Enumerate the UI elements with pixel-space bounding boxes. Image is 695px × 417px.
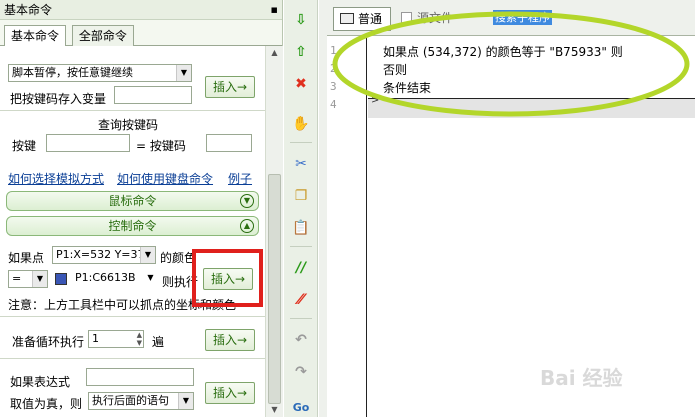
toolbar-divider	[290, 246, 312, 247]
redo-icon[interactable]: ↷	[284, 362, 318, 382]
loop-count-value: 1	[92, 332, 99, 345]
color-select[interactable]: P1:C6613B ▼	[72, 270, 158, 288]
tab-basic-commands[interactable]: 基本命令	[4, 25, 67, 48]
current-line[interactable]	[368, 98, 695, 118]
line-number-gutter: 1 2 3 4	[327, 37, 367, 417]
scroll-down-icon[interactable]: ▼	[266, 403, 283, 417]
splitter[interactable]	[319, 0, 327, 417]
move-down-icon[interactable]: ⇩	[284, 10, 318, 30]
loop-label: 准备循环执行	[12, 335, 85, 349]
editor-tabs: 普通 源文件 搜索子程序	[327, 0, 695, 36]
control-commands-label: 控制命令	[108, 219, 157, 233]
code-editor[interactable]: 如果点 (534,372) 的颜色等于 "B75933" 则 否则 条件结束 >	[368, 37, 695, 417]
expression-input[interactable]	[86, 368, 194, 386]
toolbar-divider	[290, 318, 312, 319]
line-number: 1	[330, 44, 337, 57]
delete-icon[interactable]: ✖	[284, 74, 318, 94]
divider	[0, 316, 265, 317]
tab-normal[interactable]: 普通	[333, 7, 392, 31]
cut-icon[interactable]: ✂	[284, 154, 318, 174]
loop-count-input[interactable]: 1 ▲ ▼	[88, 330, 144, 348]
search-subroutine-button[interactable]: 搜索子程序	[493, 10, 552, 25]
code-line[interactable]: 否则	[383, 61, 407, 78]
keycode-output[interactable]	[206, 134, 252, 152]
tab-source[interactable]: 源文件	[401, 7, 453, 31]
line-number: 3	[330, 80, 337, 93]
tab-source-label: 源文件	[417, 11, 454, 25]
chevron-down-icon: ▼	[32, 271, 47, 287]
insert-if-expression-button[interactable]: 插入→	[205, 382, 255, 404]
store-keycode-label: 把按键码存入变量	[10, 92, 107, 106]
toolbar-divider	[290, 142, 312, 143]
if-true-label: 取值为真，则	[10, 397, 83, 411]
editor-toolbar: ⇩ ⇧ ✖ ✋ ✂ ❐ 📋 // ⁄⁄ ↶ ↷ Go	[284, 0, 318, 417]
copy-icon[interactable]: ❐	[284, 186, 318, 206]
key-input[interactable]	[46, 134, 130, 152]
point-select[interactable]: P1:X=532 Y=370 ▼	[52, 246, 156, 264]
mouse-commands-label: 鼠标命令	[108, 194, 157, 208]
red-highlight-box	[192, 249, 263, 307]
pause-mode-select[interactable]: 脚本暂停，按任意键继续 ▼	[8, 64, 192, 82]
paste-icon[interactable]: 📋	[284, 218, 318, 238]
keycode-label: = 按键码	[136, 139, 186, 153]
undo-icon[interactable]: ↶	[284, 330, 318, 350]
left-scrollbar[interactable]: ▲ ▼	[265, 46, 283, 417]
link-keyboard-commands[interactable]: 如何使用键盘命令	[117, 170, 213, 187]
query-keycode-title: 查询按键码	[98, 118, 159, 132]
tab-normal-label: 普通	[358, 12, 383, 26]
if-expression-label: 如果表达式	[10, 375, 71, 389]
chevron-down-icon: ▼	[147, 273, 154, 282]
link-examples[interactable]: 例子	[228, 170, 252, 187]
command-tabs: 基本命令 全部命令	[0, 20, 282, 48]
line-number: 2	[330, 62, 337, 75]
panel-title-text: 基本命令	[4, 3, 53, 17]
panel-title: 基本命令 ▪	[0, 0, 282, 20]
point-select-value: P1:X=532 Y=370	[56, 248, 152, 261]
uncomment-icon[interactable]: ⁄⁄	[284, 290, 318, 310]
move-up-icon[interactable]: ⇧	[284, 42, 318, 62]
file-icon	[401, 12, 412, 25]
chevron-down-icon: ▼	[178, 393, 193, 409]
comment-icon[interactable]: //	[284, 258, 318, 278]
chevron-down-icon: ▼	[140, 247, 155, 263]
operator-select[interactable]: = ▼	[8, 270, 48, 288]
if-point-label: 如果点	[8, 251, 45, 265]
watermark: Bai 经验	[540, 366, 623, 390]
true-action-value: 执行后面的语句	[92, 394, 169, 407]
color-of-label: 的颜色	[160, 251, 197, 265]
expand-icon: ▼	[240, 194, 254, 208]
command-panel-body: 脚本暂停，按任意键继续 ▼ 把按键码存入变量 插入→ 查询按键码 按键 = 按键…	[0, 46, 265, 417]
scroll-thumb[interactable]	[268, 174, 281, 404]
monitor-icon	[340, 13, 354, 24]
chevron-down-icon: ▼	[176, 65, 191, 81]
go-button[interactable]: Go	[284, 398, 318, 417]
link-choose-simulation[interactable]: 如何选择模拟方式	[8, 170, 104, 187]
operator-value: =	[12, 272, 22, 285]
true-action-select[interactable]: 执行后面的语句 ▼	[88, 392, 194, 410]
tab-all-commands[interactable]: 全部命令	[71, 25, 134, 47]
mouse-commands-bar[interactable]: 鼠标命令 ▼	[6, 191, 259, 211]
line-number: 4	[330, 98, 337, 111]
spinner-icon[interactable]: ▲ ▼	[137, 331, 142, 347]
key-label: 按键	[12, 139, 37, 153]
divider	[0, 110, 265, 111]
insert-loop-button[interactable]: 插入→	[205, 329, 255, 351]
scroll-up-icon[interactable]: ▲	[266, 46, 283, 60]
color-swatch	[55, 273, 67, 285]
pin-icon[interactable]: ▪	[271, 0, 278, 20]
divider	[0, 358, 265, 359]
code-line[interactable]: 条件结束	[383, 79, 431, 96]
color-select-value: P1:C6613B	[75, 271, 136, 284]
collapse-icon: ▲	[240, 219, 254, 233]
loop-unit: 遍	[152, 335, 165, 349]
pause-mode-value: 脚本暂停，按任意键继续	[12, 66, 133, 79]
cursor-marker-icon: >	[371, 95, 380, 106]
code-line[interactable]: 如果点 (534,372) 的颜色等于 "B75933" 则	[383, 43, 623, 60]
hand-icon[interactable]: ✋	[284, 114, 318, 134]
keycode-variable-input[interactable]	[114, 86, 192, 104]
insert-pause-button[interactable]: 插入→	[205, 76, 255, 98]
control-commands-bar[interactable]: 控制命令 ▲	[6, 216, 259, 236]
